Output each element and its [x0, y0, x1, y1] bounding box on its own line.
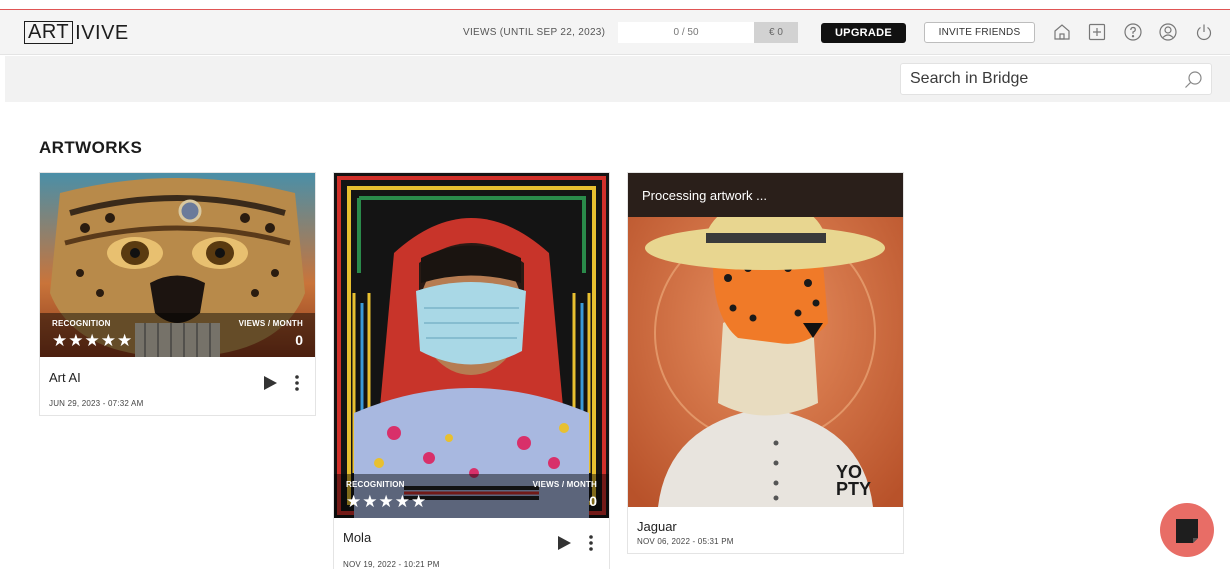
artwork-thumbnail[interactable]: YO PTY Processing artwork ... [628, 173, 903, 507]
artivive-logo[interactable]: ART IVIVE [24, 21, 129, 44]
play-icon[interactable] [556, 535, 572, 551]
recognition-stars: ★★★★★ [346, 492, 428, 511]
artwork-card[interactable]: YO PTY Processing artwork ... Jaguar NOV… [627, 172, 904, 554]
search-box [900, 63, 1212, 95]
artwork-date: NOV 06, 2022 - 05:31 PM [637, 537, 734, 546]
account-icon[interactable] [1158, 22, 1178, 42]
jaguar-portrait-image: YO PTY [628, 173, 903, 507]
recognition-stars: ★★★★★ [52, 331, 134, 350]
artwork-date: JUN 29, 2023 - 07:32 AM [49, 399, 144, 408]
help-icon[interactable] [1123, 22, 1143, 42]
artwork-title: Jaguar [637, 519, 677, 534]
logo-mark: ART [24, 21, 74, 44]
artwork-card[interactable]: RECOGNITION VIEWS / MONTH ★★★★★ 0 Mola N… [333, 172, 610, 569]
views-quota-label: VIEWS (UNTIL SEP 22, 2023) [463, 27, 606, 38]
views-quota-price: € 0 [754, 22, 798, 43]
artwork-card[interactable]: RECOGNITION VIEWS / MONTH ★★★★★ 0 Art AI… [39, 172, 316, 416]
top-navigation-bar: ART IVIVE VIEWS (UNTIL SEP 22, 2023) 0 /… [0, 10, 1230, 55]
artwork-thumbnail[interactable]: RECOGNITION VIEWS / MONTH ★★★★★ 0 [40, 173, 315, 357]
power-icon[interactable] [1194, 22, 1214, 42]
artwork-stats-overlay: RECOGNITION VIEWS / MONTH ★★★★★ 0 [334, 474, 609, 518]
more-options-icon[interactable] [587, 534, 595, 552]
play-icon[interactable] [262, 375, 278, 391]
artwork-title: Art AI [49, 370, 81, 385]
home-icon[interactable] [1052, 22, 1072, 42]
chat-support-button[interactable] [1160, 503, 1214, 557]
more-options-icon[interactable] [293, 374, 301, 392]
add-icon[interactable] [1087, 22, 1107, 42]
processing-banner: Processing artwork ... [628, 173, 903, 217]
artwork-title: Mola [343, 530, 372, 545]
views-count: 0 [589, 493, 597, 509]
chat-icon [1176, 519, 1198, 543]
views-per-month-label: VIEWS / MONTH [532, 480, 597, 489]
recognition-label: RECOGNITION [346, 480, 405, 489]
artwork-stats-overlay: RECOGNITION VIEWS / MONTH ★★★★★ 0 [40, 313, 315, 357]
artwork-date: NOV 19, 2022 - 10:21 PM [343, 560, 440, 569]
views-count: 0 [295, 332, 303, 348]
invite-friends-button[interactable]: INVITE FRIENDS [924, 22, 1035, 43]
upgrade-button[interactable]: UPGRADE [821, 23, 906, 43]
views-per-month-label: VIEWS / MONTH [238, 319, 303, 328]
views-quota-count: 0 / 50 [618, 22, 754, 43]
artwork-thumbnail[interactable]: RECOGNITION VIEWS / MONTH ★★★★★ 0 [334, 173, 609, 518]
page-title: ARTWORKS [39, 138, 143, 157]
recognition-label: RECOGNITION [52, 319, 111, 328]
mola-woman-image [334, 173, 609, 518]
logo-text: IVIVE [75, 21, 129, 44]
search-icon[interactable] [1183, 70, 1203, 90]
search-input[interactable] [910, 64, 1170, 94]
shirt-badge-line2: PTY [836, 479, 871, 499]
